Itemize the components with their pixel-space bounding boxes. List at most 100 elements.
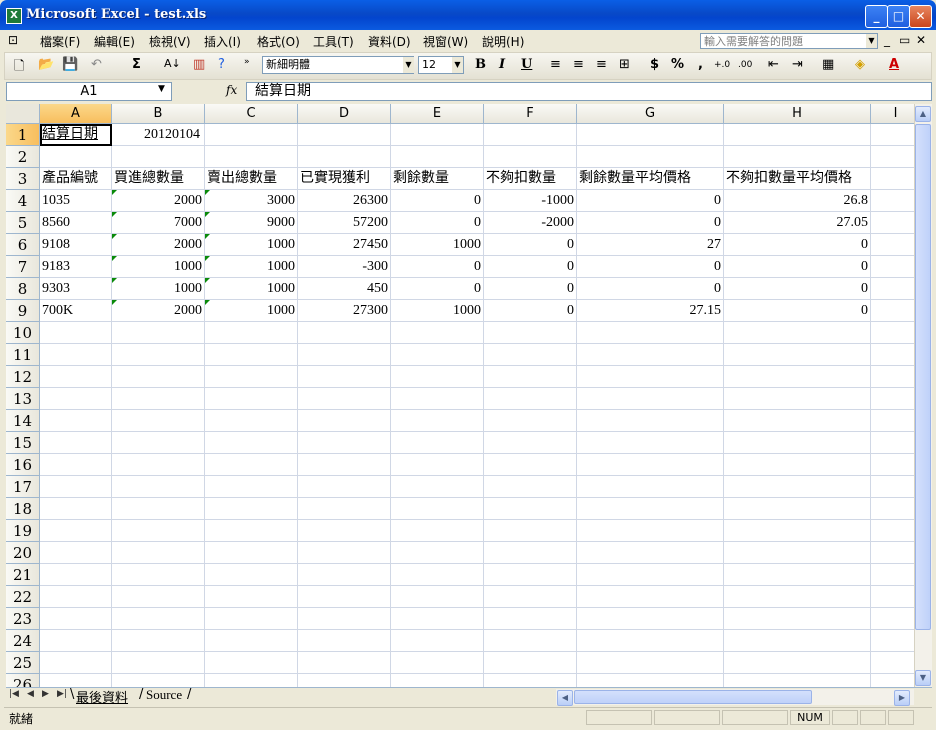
cell-f3[interactable]: 不夠扣數量: [484, 168, 577, 190]
column-header-g[interactable]: G: [577, 104, 724, 124]
cell-a23[interactable]: [40, 608, 112, 630]
row-header-4[interactable]: 4: [6, 190, 40, 212]
cell-g24[interactable]: [577, 630, 724, 652]
cell-e11[interactable]: [391, 344, 484, 366]
cell-f6[interactable]: 0: [484, 234, 577, 256]
cell-i25[interactable]: [871, 652, 914, 674]
cell-a24[interactable]: [40, 630, 112, 652]
cell-i8[interactable]: [871, 278, 914, 300]
currency-button[interactable]: $: [650, 57, 659, 72]
cell-a9[interactable]: 700K: [40, 300, 112, 322]
menu-edit[interactable]: 編輯(E): [94, 33, 135, 50]
cell-i5[interactable]: [871, 212, 914, 234]
cell-e15[interactable]: [391, 432, 484, 454]
cell-i19[interactable]: [871, 520, 914, 542]
cell-e17[interactable]: [391, 476, 484, 498]
cell-a7[interactable]: 9183: [40, 256, 112, 278]
column-header-i[interactable]: I: [871, 104, 914, 124]
cell-b1[interactable]: 20120104: [112, 124, 205, 146]
chart-wizard-icon[interactable]: ▥: [193, 57, 205, 72]
name-box[interactable]: A1: [6, 82, 172, 101]
align-center-icon[interactable]: ≡: [573, 57, 584, 72]
cell-h22[interactable]: [724, 586, 871, 608]
cell-a6[interactable]: 9108: [40, 234, 112, 256]
row-header-14[interactable]: 14: [6, 410, 40, 432]
new-icon[interactable]: 🗋: [14, 57, 24, 79]
cell-f24[interactable]: [484, 630, 577, 652]
scroll-down-button[interactable]: ▼: [915, 670, 931, 686]
cell-b13[interactable]: [112, 388, 205, 410]
cell-c8[interactable]: 1000: [205, 278, 298, 300]
cell-f11[interactable]: [484, 344, 577, 366]
cell-i13[interactable]: [871, 388, 914, 410]
cell-e5[interactable]: 0: [391, 212, 484, 234]
formula-input[interactable]: 結算日期: [246, 82, 932, 101]
column-header-b[interactable]: B: [112, 104, 205, 124]
cell-b3[interactable]: 買進總數量: [112, 168, 205, 190]
cell-a10[interactable]: [40, 322, 112, 344]
cell-h17[interactable]: [724, 476, 871, 498]
row-header-15[interactable]: 15: [6, 432, 40, 454]
row-header-12[interactable]: 12: [6, 366, 40, 388]
cell-d8[interactable]: 450: [298, 278, 391, 300]
cell-d17[interactable]: [298, 476, 391, 498]
cell-d25[interactable]: [298, 652, 391, 674]
cell-f7[interactable]: 0: [484, 256, 577, 278]
merge-center-icon[interactable]: ⊞: [619, 57, 630, 72]
cell-b2[interactable]: [112, 146, 205, 168]
row-header-2[interactable]: 2: [6, 146, 40, 168]
cell-e6[interactable]: 1000: [391, 234, 484, 256]
menu-file[interactable]: 檔案(F): [40, 33, 80, 50]
cell-g7[interactable]: 0: [577, 256, 724, 278]
menu-help[interactable]: 說明(H): [482, 33, 524, 50]
cell-g5[interactable]: 0: [577, 212, 724, 234]
italic-button[interactable]: I: [499, 57, 505, 72]
cell-d7[interactable]: -300: [298, 256, 391, 278]
cell-b22[interactable]: [112, 586, 205, 608]
doc-close-button[interactable]: ✕: [916, 33, 926, 47]
cell-a8[interactable]: 9303: [40, 278, 112, 300]
cell-c2[interactable]: [205, 146, 298, 168]
fill-color-icon[interactable]: ◈: [855, 57, 865, 72]
cell-h13[interactable]: [724, 388, 871, 410]
cell-a3[interactable]: 產品編號: [40, 168, 112, 190]
cell-g25[interactable]: [577, 652, 724, 674]
cell-d10[interactable]: [298, 322, 391, 344]
column-header-f[interactable]: F: [484, 104, 577, 124]
percent-button[interactable]: %: [671, 57, 684, 72]
cell-c17[interactable]: [205, 476, 298, 498]
cell-e13[interactable]: [391, 388, 484, 410]
cell-b17[interactable]: [112, 476, 205, 498]
cell-f23[interactable]: [484, 608, 577, 630]
row-header-9[interactable]: 9: [6, 300, 40, 322]
cell-e12[interactable]: [391, 366, 484, 388]
cell-b9[interactable]: 2000: [112, 300, 205, 322]
cell-b26[interactable]: [112, 674, 205, 687]
cell-b5[interactable]: 7000: [112, 212, 205, 234]
cell-h3[interactable]: 不夠扣數量平均價格: [724, 168, 871, 190]
cell-a25[interactable]: [40, 652, 112, 674]
decrease-decimal-button[interactable]: .00: [738, 60, 752, 70]
cell-d23[interactable]: [298, 608, 391, 630]
cell-b24[interactable]: [112, 630, 205, 652]
cell-e7[interactable]: 0: [391, 256, 484, 278]
cell-c5[interactable]: 9000: [205, 212, 298, 234]
cell-d21[interactable]: [298, 564, 391, 586]
cell-d14[interactable]: [298, 410, 391, 432]
cell-g18[interactable]: [577, 498, 724, 520]
cell-b11[interactable]: [112, 344, 205, 366]
error-indicator-icon[interactable]: [205, 234, 210, 239]
cell-g26[interactable]: [577, 674, 724, 687]
cell-h6[interactable]: 0: [724, 234, 871, 256]
row-header-17[interactable]: 17: [6, 476, 40, 498]
cell-g16[interactable]: [577, 454, 724, 476]
help-question-input[interactable]: 輸入需要解答的問題: [700, 33, 878, 49]
cell-g10[interactable]: [577, 322, 724, 344]
cell-d24[interactable]: [298, 630, 391, 652]
increase-indent-icon[interactable]: ⇥: [792, 57, 803, 72]
error-indicator-icon[interactable]: [112, 190, 117, 195]
cell-h4[interactable]: 26.8: [724, 190, 871, 212]
error-indicator-icon[interactable]: [205, 300, 210, 305]
cell-c7[interactable]: 1000: [205, 256, 298, 278]
minimize-button[interactable]: _: [865, 5, 888, 28]
